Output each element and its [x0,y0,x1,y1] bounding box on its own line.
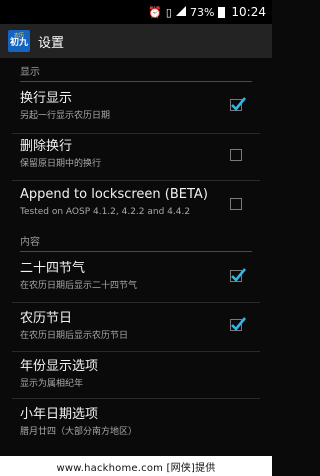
checkbox-lunar-festivals[interactable] [230,317,246,331]
setting-title: 二十四节气 [20,261,86,276]
setting-title: 小年日期选项 [20,407,99,422]
setting-subtitle: Tested on AOSP 4.1.2, 4.2.2 and 4.4.2 [20,207,191,217]
battery-percent: 73% [189,5,215,19]
signal-icon [175,6,186,18]
checkbox-append-lockscreen[interactable] [230,198,242,210]
checkbox-solar-terms[interactable] [230,268,246,282]
setting-subtitle: 保留原日期中的换行 [20,159,102,169]
setting-subtitle: 显示为属相纪年 [20,379,84,389]
setting-subtitle: 另起一行显示农历日期 [20,111,111,121]
setting-title: 年份显示选项 [20,359,99,374]
setting-year-display[interactable]: 年份显示选项 显示为属相纪年 [0,358,272,391]
checkbox-remove-line-break[interactable] [230,149,242,161]
divider [12,180,260,181]
setting-subtitle: 腊月廿四（大部分南方地区） [20,427,138,437]
divider [12,398,260,399]
checkbox-wrap-lines[interactable] [230,97,246,111]
divider [12,351,260,352]
setting-title: 删除换行 [20,139,73,154]
page-title: 设置 [38,35,65,51]
setting-title: 换行显示 [20,91,73,106]
divider [12,302,260,303]
battery-icon [218,6,226,18]
section-header-content: 内容 [20,230,252,252]
setting-title: 农历节日 [20,311,73,326]
vibrate-icon: ▯ [165,5,172,19]
alarm-clock-icon: ⏰ [148,5,162,19]
watermark-banner: www.hackhome.com [网侠]提供 [0,456,272,476]
clock: 10:24 [231,5,266,19]
status-bar: ⏰ ▯ 73% 10:24 [0,0,272,24]
section-header-display: 显示 [20,60,252,82]
action-bar: 农历 初九 设置 [0,24,272,58]
app-icon[interactable]: 农历 初九 [8,30,30,52]
divider [12,133,260,134]
setting-subtitle: 在农历日期后显示农历节日 [20,331,129,341]
setting-title: Append to lockscreen (BETA) [20,187,208,202]
setting-subtitle: 在农历日期后显示二十四节气 [20,281,138,291]
app-icon-bottom-label: 初九 [9,38,28,48]
setting-little-new-year[interactable]: 小年日期选项 腊月廿四（大部分南方地区） [0,406,272,439]
